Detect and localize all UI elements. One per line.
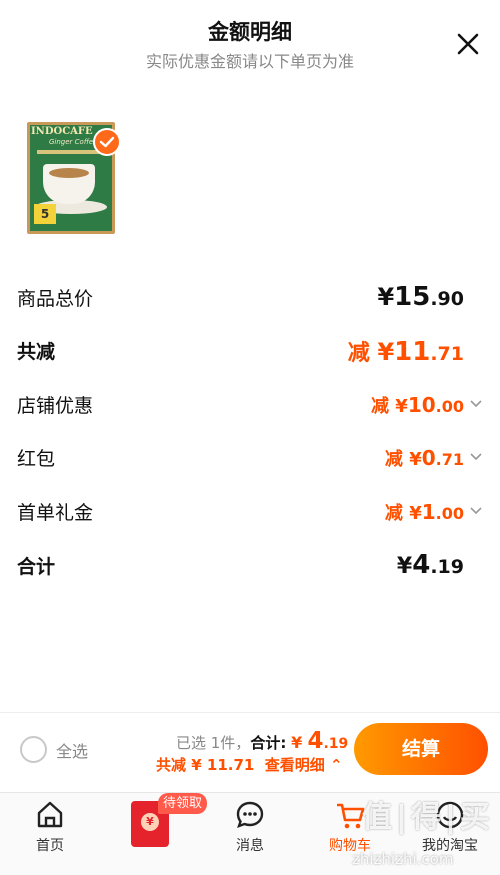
row-shop-discount[interactable]: 店铺优惠 减 ¥10.00 xyxy=(0,390,500,430)
close-icon[interactable] xyxy=(454,30,482,58)
sum-amount: ¥4.19 xyxy=(396,550,464,580)
sheet-subtitle: 实际优惠金额请以下单页为准 xyxy=(145,52,354,71)
row-sum: 合计 ¥4.19 xyxy=(0,550,500,590)
product-pack-count: 5 xyxy=(34,204,56,224)
row-label: 合计 xyxy=(17,556,56,578)
row-total-reduction: 共减 减 ¥11.71 xyxy=(0,335,500,375)
row-label: 红包 xyxy=(17,448,56,470)
row-label: 店铺优惠 xyxy=(17,395,94,417)
first-order-gift-amount: 减 ¥1.00 xyxy=(384,500,464,524)
chevron-down-icon[interactable] xyxy=(468,502,484,518)
amount-detail-sheet: 金额明细 实际优惠金额请以下单页为准 INDOCAFE Ginger Coffe… xyxy=(0,0,500,712)
message-icon xyxy=(236,801,264,828)
row-first-order-gift[interactable]: 首单礼金 减 ¥1.00 xyxy=(0,497,500,537)
selected-summary: 已选 1件，合计: ¥ 4.19 xyxy=(176,728,349,754)
view-detail-link[interactable]: 查看明细 xyxy=(265,756,325,774)
shop-discount-amount: 减 ¥10.00 xyxy=(371,393,464,417)
total-price-amount: ¥15.90 xyxy=(377,282,464,312)
watermark-url: zhizhizhi.com xyxy=(352,850,454,868)
checkout-button[interactable]: 结算 xyxy=(354,723,488,775)
tab-red-packet[interactable]: ¥ 待领取 xyxy=(100,793,208,875)
selected-check-icon[interactable] xyxy=(93,128,121,156)
row-total-price: 商品总价 ¥15.90 xyxy=(0,282,500,322)
home-icon xyxy=(37,801,63,828)
tab-label: 首页 xyxy=(36,838,64,854)
tab-label: 消息 xyxy=(236,838,264,854)
row-label: 首单礼金 xyxy=(17,502,94,524)
row-red-packet[interactable]: 红包 减 ¥0.71 xyxy=(0,443,500,483)
reduce-summary[interactable]: 共减 ¥ 11.71 查看明细 ⌃ xyxy=(156,754,343,775)
select-all-label[interactable]: 全选 xyxy=(56,738,88,762)
total-reduction-amount: 减 ¥11.71 xyxy=(347,337,464,367)
chevron-down-icon[interactable] xyxy=(468,448,484,464)
row-label: 共减 xyxy=(17,341,56,363)
row-label: 商品总价 xyxy=(17,288,94,310)
tab-messages[interactable]: 消息 xyxy=(200,793,300,875)
tab-home[interactable]: 首页 xyxy=(0,793,100,875)
red-packet-amount: 减 ¥0.71 xyxy=(384,446,464,470)
chevron-down-icon[interactable] xyxy=(468,395,484,411)
select-all-radio[interactable] xyxy=(20,736,47,763)
sheet-title: 金额明细 xyxy=(208,20,292,44)
chevron-up-icon: ⌃ xyxy=(330,756,343,774)
watermark-logo: 值|得|买 xyxy=(362,800,494,835)
